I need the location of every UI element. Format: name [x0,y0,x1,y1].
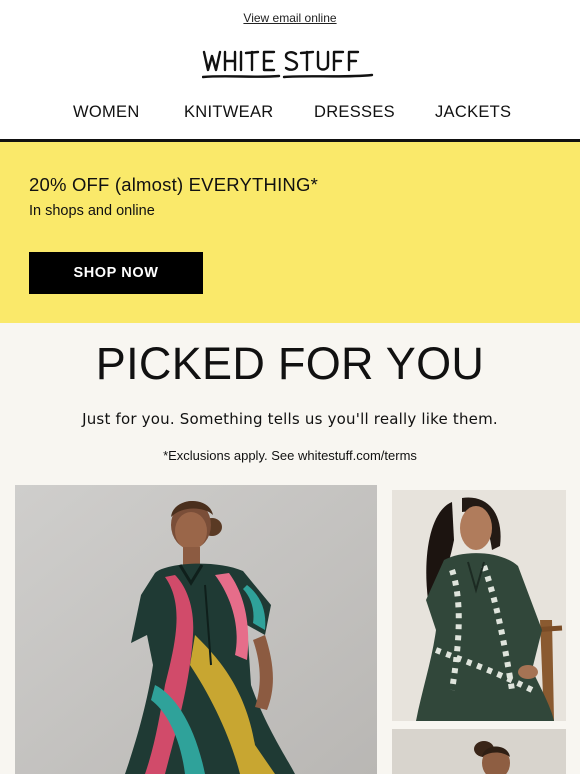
promo-subtitle: In shops and online [29,203,155,219]
view-email-online: View email online [0,11,580,25]
product-image-main[interactable] [15,485,377,774]
shop-now-button[interactable]: SHOP NOW [29,252,203,294]
nav-item-knitwear[interactable]: KNITWEAR [184,103,273,122]
nav-item-dresses[interactable]: DRESSES [314,103,395,122]
section-title: PICKED FOR YOU [95,338,485,389]
product-image-side-2[interactable] [392,729,566,774]
promo-banner: 20% OFF (almost) EVERYTHING* In shops an… [0,142,580,323]
tropical-print-dress-image [15,485,377,774]
promo-title: 20% OFF (almost) EVERYTHING* [29,174,318,195]
view-email-online-link[interactable]: View email online [243,11,336,25]
brand-logo[interactable] [0,46,580,82]
white-stuff-logo [202,50,374,79]
nav-item-women[interactable]: WOMEN [73,103,140,122]
leaf-print-dress-image [392,490,566,721]
model-bun-image [392,729,566,774]
product-image-side[interactable] [392,490,566,721]
nav-item-jackets[interactable]: JACKETS [435,103,511,122]
exclusions-note: *Exclusions apply. See whitestuff.com/te… [163,448,417,463]
section-subtitle: Just for you. Something tells us you'll … [82,410,498,428]
main-nav: WOMEN KNITWEAR DRESSES JACKETS [0,103,580,123]
picked-for-you-section: PICKED FOR YOU Just for you. Something t… [0,323,580,774]
